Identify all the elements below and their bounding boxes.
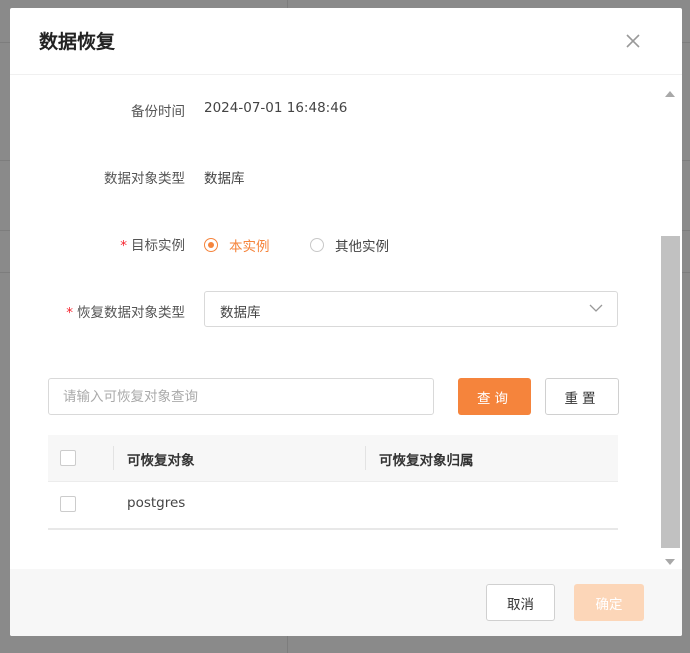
restorable-objects-table: 可恢复对象 可恢复对象归属 postgres (48, 435, 618, 530)
restore-type-selected-value: 数据库 (220, 305, 261, 321)
required-mark: * (120, 238, 127, 254)
backup-time-value: 2024-07-01 16:48:46 (204, 100, 348, 116)
target-instance-label: * 目标实例 (120, 234, 185, 254)
search-input[interactable] (48, 378, 434, 415)
object-type-label: 数据对象类型 (104, 171, 185, 187)
row-checkbox[interactable] (60, 496, 76, 512)
target-instance-label-text: 目标实例 (131, 238, 185, 254)
restore-type-label-text: 恢复数据对象类型 (77, 305, 185, 321)
select-all-checkbox[interactable] (60, 450, 76, 466)
column-divider (113, 446, 114, 470)
scroll-down-arrow-icon[interactable] (665, 559, 675, 565)
table-row[interactable]: postgres (48, 482, 618, 530)
scroll-up-arrow-icon[interactable] (665, 91, 675, 97)
cancel-button[interactable]: 取消 (486, 584, 555, 621)
restore-type-select[interactable]: 数据库 (204, 291, 618, 327)
dialog-header: 数据恢复 (10, 8, 682, 75)
radio-other-instance[interactable]: 其他实例 (310, 235, 389, 255)
dialog-scrollbar[interactable] (660, 83, 680, 569)
reset-button[interactable]: 重置 (545, 378, 619, 415)
object-type-value: 数据库 (204, 171, 245, 187)
required-mark: * (66, 305, 73, 321)
close-icon[interactable] (624, 32, 642, 50)
confirm-button[interactable]: 确定 (574, 584, 644, 621)
radio-this-instance-label: 本实例 (229, 239, 270, 255)
query-button[interactable]: 查询 (458, 378, 531, 415)
scroll-thumb[interactable] (661, 236, 680, 548)
radio-circle-icon (310, 238, 324, 252)
table-header: 可恢复对象 可恢复对象归属 (48, 435, 618, 482)
radio-circle-checked-icon (204, 238, 218, 252)
radio-this-instance[interactable]: 本实例 (204, 235, 270, 255)
column-header-owner: 可恢复对象归属 (379, 453, 474, 469)
backup-time-label: 备份时间 (131, 104, 185, 120)
dialog-footer: 取消 确定 (10, 569, 682, 636)
restore-type-label: * 恢复数据对象类型 (66, 301, 185, 321)
dialog-title: 数据恢复 (39, 31, 116, 53)
column-divider (365, 446, 366, 470)
column-header-object: 可恢复对象 (127, 453, 195, 469)
chevron-down-icon (589, 304, 603, 312)
cell-object: postgres (127, 495, 186, 511)
radio-other-instance-label: 其他实例 (335, 239, 389, 255)
data-restore-dialog: 数据恢复 备份时间 2024-07-01 16:48:46 数据对象类型 数据库… (10, 8, 682, 636)
